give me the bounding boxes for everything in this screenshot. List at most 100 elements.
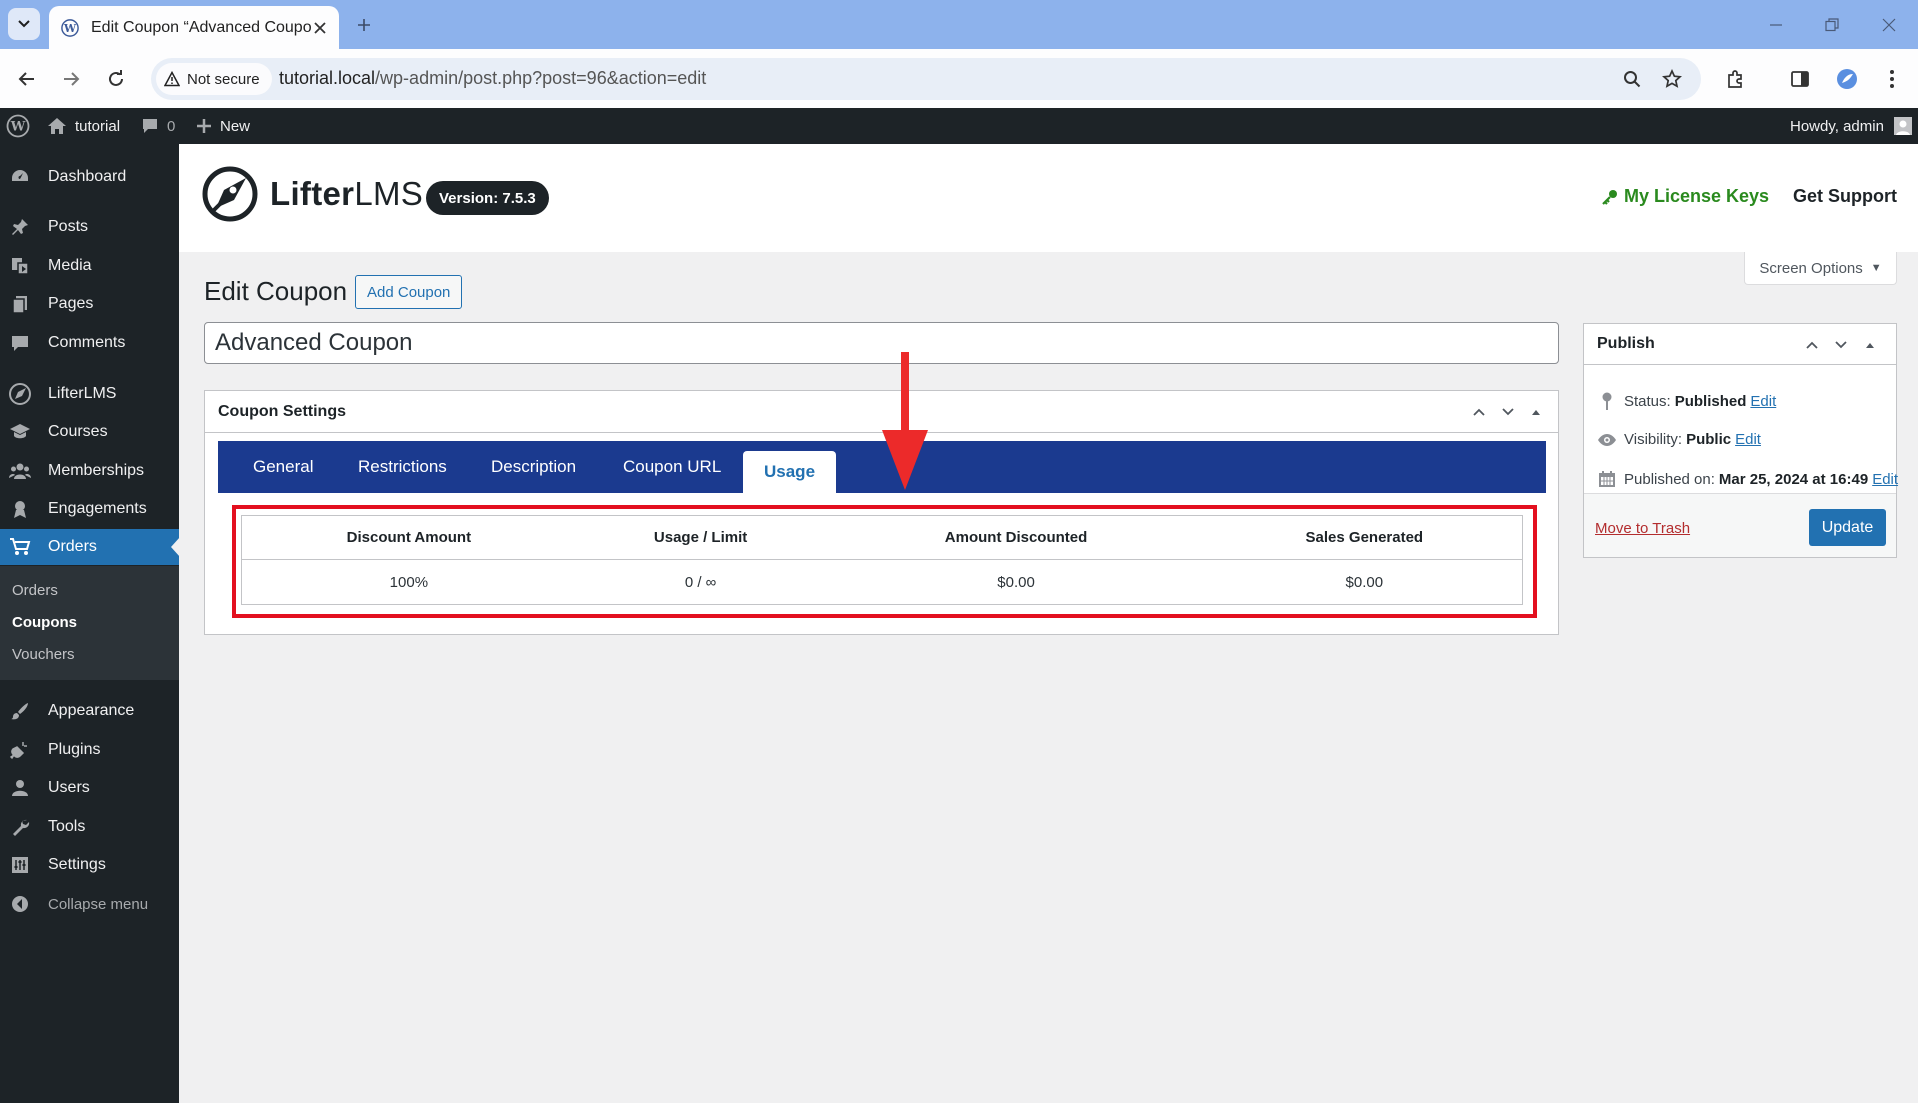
sidebar-item-pages[interactable]: Pages <box>0 286 179 322</box>
graduation-cap-icon <box>10 424 30 439</box>
page-title: Edit Coupon <box>204 276 348 306</box>
sidebar-item-settings[interactable]: Settings <box>0 847 179 883</box>
add-coupon-button[interactable]: Add Coupon <box>355 275 463 309</box>
comments-menu[interactable]: 0 <box>141 108 175 144</box>
cart-icon <box>10 538 31 555</box>
publish-move-down-button[interactable] <box>1828 332 1854 358</box>
move-down-button[interactable] <box>1495 399 1521 425</box>
minimize-window-button[interactable] <box>1763 12 1789 38</box>
avatar <box>1893 117 1912 135</box>
publish-toggle-button[interactable] <box>1857 332 1883 358</box>
profile-button[interactable] <box>1831 63 1863 95</box>
site-name-menu[interactable]: tutorial <box>47 108 120 144</box>
publish-title: Publish <box>1597 335 1655 352</box>
sidebar-item-media[interactable]: Media <box>0 248 179 284</box>
sidebar-item-comments[interactable]: Comments <box>0 325 179 361</box>
move-up-button[interactable] <box>1466 399 1492 425</box>
wp-logo-menu[interactable]: W <box>6 108 38 144</box>
tab-general[interactable]: General <box>253 441 313 493</box>
publish-date-row: Published on: Mar 25, 2024 at 16:49 Edit <box>1596 470 1898 488</box>
coupon-settings-title: Coupon Settings <box>218 402 346 420</box>
forward-button[interactable] <box>55 63 87 95</box>
site-name: tutorial <box>75 117 121 135</box>
tab-usage[interactable]: Usage <box>743 451 837 493</box>
sidebar-item-label: Comments <box>48 334 126 351</box>
eye-icon <box>1598 433 1616 446</box>
restore-window-button[interactable] <box>1819 12 1845 38</box>
extensions-button[interactable] <box>1720 63 1752 95</box>
security-label: Not secure <box>187 70 260 88</box>
sidebar-item-plugins[interactable]: Plugins <box>0 732 179 768</box>
close-window-button[interactable] <box>1876 12 1902 38</box>
comment-bubble-icon <box>12 336 28 351</box>
wordpress-favicon-icon: W <box>61 18 79 37</box>
profile-avatar-icon <box>1837 69 1857 89</box>
move-to-trash-link[interactable]: Move to Trash <box>1595 520 1690 537</box>
publish-actions: Move to Trash Update <box>1584 493 1896 557</box>
award-icon <box>14 501 26 518</box>
browser-tab-title: Edit Coupon “Advanced Coupo <box>91 18 312 36</box>
sidebar-item-memberships[interactable]: Memberships <box>0 453 179 489</box>
edit-date-link[interactable]: Edit <box>1872 471 1898 488</box>
new-content-menu[interactable]: New <box>196 108 250 144</box>
wordpress-logo-icon: W <box>6 114 30 138</box>
sidebar-item-courses[interactable]: Courses <box>0 414 179 450</box>
tab-restrictions[interactable]: Restrictions <box>358 441 447 493</box>
edit-status-link[interactable]: Edit <box>1750 393 1776 410</box>
browser-tab-active[interactable]: W Edit Coupon “Advanced Coupo <box>49 6 339 49</box>
edit-visibility-link[interactable]: Edit <box>1735 431 1761 448</box>
sidebar-item-lifterlms[interactable]: LifterLMS <box>0 376 179 412</box>
sidebar-item-dashboard[interactable]: Dashboard <box>0 159 179 195</box>
update-button[interactable]: Update <box>1809 509 1886 546</box>
submenu-item-coupons[interactable]: Coupons <box>12 614 77 631</box>
reload-button[interactable] <box>100 63 132 95</box>
side-panel-button[interactable] <box>1784 63 1816 95</box>
collapse-menu-button[interactable]: Collapse menu <box>0 886 179 922</box>
tab-description[interactable]: Description <box>491 441 576 493</box>
sidebar-item-users[interactable]: Users <box>0 770 179 806</box>
get-support-link[interactable]: Get Support <box>1793 186 1897 207</box>
close-tab-icon[interactable] <box>313 21 327 35</box>
url-path: /wp-admin/post.php?post=96&action=edit <box>375 68 707 88</box>
sidebar-item-tools[interactable]: Tools <box>0 809 179 845</box>
caret-up-icon <box>1532 410 1540 415</box>
paintbrush-icon <box>11 703 28 720</box>
security-indicator[interactable]: Not secure <box>156 63 272 95</box>
settings-sliders-icon <box>12 857 28 873</box>
table-row: 100% 0 / ∞ $0.00 $0.00 <box>242 560 1523 605</box>
sidebar-item-orders[interactable]: Orders <box>0 529 179 565</box>
arrow-right-icon <box>64 72 80 86</box>
account-menu[interactable]: Howdy, admin <box>1790 108 1912 144</box>
submenu-item-vouchers[interactable]: Vouchers <box>12 646 75 663</box>
calendar-icon <box>1599 471 1615 487</box>
orders-submenu: Orders Coupons Vouchers <box>0 566 179 680</box>
sidebar-item-label: Settings <box>48 856 106 873</box>
visibility-label: Visibility: <box>1624 431 1683 448</box>
sidebar-item-posts[interactable]: Posts <box>0 209 179 245</box>
screen-options-button[interactable]: Screen Options ▼ <box>1744 252 1897 285</box>
back-button[interactable] <box>11 63 43 95</box>
wrench-icon <box>13 819 30 836</box>
tab-coupon-url[interactable]: Coupon URL <box>623 441 721 493</box>
sidebar-item-appearance[interactable]: Appearance <box>0 693 179 729</box>
cell-usage-limit: 0 / ∞ <box>684 573 717 591</box>
tab-list-button[interactable] <box>8 8 40 40</box>
cell-discount-amount: 100% <box>389 573 429 591</box>
bookmark-button[interactable] <box>1656 63 1688 95</box>
column-header-sales-generated: Sales Generated <box>1206 515 1523 560</box>
star-icon <box>1662 69 1682 88</box>
sidebar-item-engagements[interactable]: Engagements <box>0 491 179 527</box>
cell-sales-generated: $0.00 <box>1345 573 1384 591</box>
new-tab-button[interactable] <box>351 12 377 38</box>
zoom-button[interactable] <box>1616 63 1648 95</box>
license-keys-link[interactable]: My License Keys <box>1602 186 1769 207</box>
published-value: Mar 25, 2024 at 16:49 <box>1718 470 1869 488</box>
publish-status-row: Status: Published Edit <box>1596 392 1776 410</box>
publish-move-up-button[interactable] <box>1799 332 1825 358</box>
submenu-item-orders[interactable]: Orders <box>12 582 58 599</box>
status-label: Status: <box>1624 392 1671 410</box>
toggle-panel-button[interactable] <box>1523 399 1549 425</box>
pin-icon <box>1602 392 1612 410</box>
browser-menu-button[interactable] <box>1876 63 1908 95</box>
url-text[interactable]: tutorial.local/wp-admin/post.php?post=96… <box>279 68 706 89</box>
